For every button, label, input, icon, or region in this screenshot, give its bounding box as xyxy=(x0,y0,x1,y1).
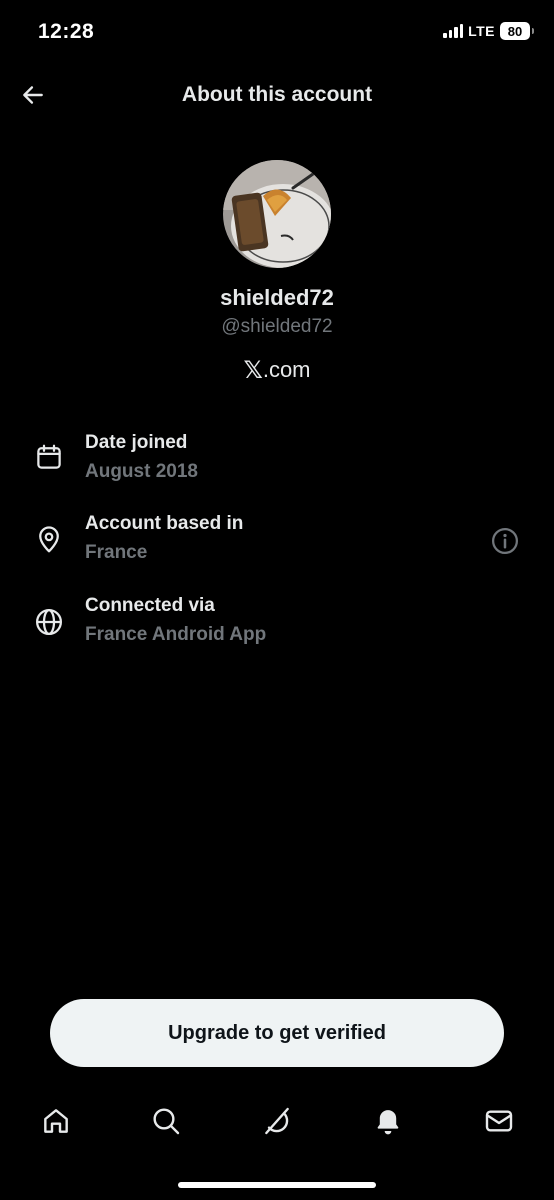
bell-icon xyxy=(377,1110,399,1135)
nav-home[interactable] xyxy=(39,1104,73,1138)
display-name: shielded72 xyxy=(220,285,334,310)
signal-icon xyxy=(443,24,464,38)
envelope-icon xyxy=(485,1110,513,1132)
info-row-date-joined: Date joined August 2018 xyxy=(0,432,554,502)
x-logo: 𝕏 xyxy=(243,356,263,384)
upgrade-button[interactable]: Upgrade to get verified xyxy=(50,999,504,1067)
battery-level: 80 xyxy=(507,23,523,39)
info-title: Account based in xyxy=(85,513,244,534)
location-pin-icon xyxy=(39,526,59,553)
grok-icon xyxy=(265,1107,289,1135)
status-bar: 12:28 LTE 80 xyxy=(0,0,554,64)
calendar-icon xyxy=(37,444,61,469)
site-label: 𝕏 .com xyxy=(0,356,554,384)
status-time: 12:28 xyxy=(38,20,95,43)
home-indicator xyxy=(178,1182,376,1188)
nav-messages[interactable] xyxy=(482,1104,516,1138)
handle: @shielded72 xyxy=(221,316,333,337)
site-label-rest: .com xyxy=(262,357,311,382)
globe-icon xyxy=(36,609,62,635)
info-title: Connected via xyxy=(85,595,215,616)
header: About this account xyxy=(0,64,554,124)
info-row-connected-via: Connected via France Android App xyxy=(0,595,554,665)
info-title: Date joined xyxy=(85,432,188,453)
nav-notifications[interactable] xyxy=(371,1104,405,1138)
info-icon xyxy=(492,528,518,554)
info-value: France xyxy=(85,542,148,563)
info-button[interactable] xyxy=(490,526,520,556)
nav-grok[interactable] xyxy=(260,1104,294,1138)
avatar[interactable] xyxy=(223,160,331,268)
page-title: About this account xyxy=(181,83,373,106)
status-indicators: LTE 80 xyxy=(443,22,534,40)
info-value: France Android App xyxy=(85,624,267,645)
avatar-image xyxy=(223,160,331,268)
network-type: LTE xyxy=(468,23,495,39)
search-icon xyxy=(153,1108,180,1135)
home-icon xyxy=(44,1109,68,1133)
info-row-account-based-in: Account based in France xyxy=(0,513,554,583)
nav-search[interactable] xyxy=(149,1104,183,1138)
info-value: August 2018 xyxy=(85,461,198,482)
screen: 12:28 LTE 80 About this account shielded… xyxy=(0,0,554,1200)
battery-icon: 80 xyxy=(500,22,534,40)
bottom-nav xyxy=(0,1100,554,1144)
